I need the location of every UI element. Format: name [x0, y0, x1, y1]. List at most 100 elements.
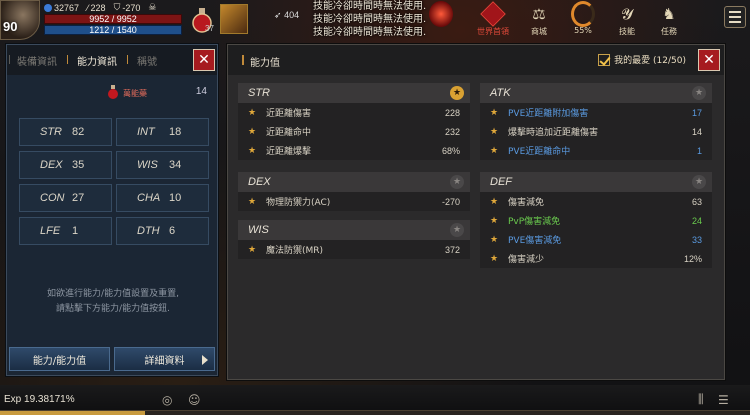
progress-ring-icon	[571, 1, 595, 27]
sword-icon: ⁄	[87, 2, 89, 13]
favorite-star-icon[interactable]: ★	[692, 175, 706, 189]
elixir-row: 萬能藥 14	[7, 83, 217, 103]
cast-count: ➶ 404	[274, 10, 300, 20]
group-str: STR ★ ★ 近距離傷害 228 ★ 近距離命中 232 ★ 近距離爆擊 68%	[238, 83, 470, 160]
chat-icon[interactable]: ◎	[162, 393, 172, 407]
stat-row: ★ 物理防禦力(AC) -270	[248, 196, 460, 209]
close-icon: ✕	[703, 52, 715, 68]
base-stat-grid: STR 82 INT 18 DEX 35 WIS 34 CON 27 CHA 10 LFE 1…	[19, 118, 209, 245]
stat-row: ★ PVE傷害減免 33	[490, 234, 702, 247]
signal-icon: ⫼	[698, 392, 704, 406]
currency-blue: 32767	[44, 2, 79, 13]
group-title: WIS	[248, 224, 269, 236]
progress-label: 55%	[574, 26, 592, 35]
skill-icon: 𝓨	[621, 5, 633, 23]
shop-icon: ⚖	[532, 5, 546, 23]
stat-row: ★ PVE近距離附加傷害 17	[490, 107, 702, 120]
group-title: DEF	[490, 176, 512, 188]
exp-bar	[0, 410, 750, 415]
stat-row: ★ 近距離傷害 228	[248, 107, 460, 120]
character-info-panel: 裝備資訊 能力資訊 稱號 ✕ 萬能藥 14 STR 82 INT 18 DEX 35 …	[6, 44, 218, 376]
ability-hint: 如欲進行能力/能力值設置及重置, 請點擊下方能力/能力值按鈕.	[17, 287, 209, 317]
group-title: STR	[248, 87, 270, 99]
stat-int: INT 18	[116, 118, 209, 146]
elixir-value: 14	[195, 86, 207, 97]
star-icon: ★	[490, 196, 499, 207]
tab-equipment[interactable]: 裝備資訊	[7, 53, 67, 68]
event-button[interactable]	[424, 1, 458, 38]
favorite-star-icon[interactable]: ★	[450, 86, 464, 100]
gem-icon	[44, 3, 52, 12]
quest-button[interactable]: ♞ 任務	[652, 2, 686, 38]
elixir-label: 萬能藥	[123, 89, 147, 98]
progress-button[interactable]: 55%	[566, 1, 600, 38]
stat-dex: DEX 35	[19, 151, 112, 179]
star-icon: ★	[248, 107, 257, 118]
favorite-star-icon[interactable]: ★	[450, 175, 464, 189]
skill-slot-icon[interactable]	[220, 4, 248, 34]
stat-a: ⁄ 228	[87, 2, 106, 13]
details-button[interactable]: 詳細資料	[114, 347, 215, 371]
settings-icon[interactable]: ☰	[718, 393, 729, 407]
exp-label: Exp 19.38171%	[4, 394, 75, 405]
ability-button[interactable]: 能力/能力值	[9, 347, 110, 371]
favorite-star-icon[interactable]: ★	[450, 223, 464, 237]
quest-label: 任務	[661, 27, 677, 36]
stat-row: ★ 爆擊時追加近距離傷害 14	[490, 126, 702, 139]
stat-wis: WIS 34	[116, 151, 209, 179]
stat-dth: DTH 6	[116, 217, 209, 245]
world-boss-label: 世界首領	[477, 27, 509, 36]
tab-title[interactable]: 稱號	[127, 53, 167, 68]
star-icon: ★	[248, 126, 257, 137]
fire-orb-icon	[429, 1, 453, 27]
stat-row: ★ 魔法防禦(MR) 372	[248, 244, 460, 257]
skull-icon: ☠	[148, 2, 157, 12]
skill-label: 技能	[619, 27, 635, 36]
close-right-panel-button[interactable]: ✕	[698, 49, 720, 71]
favorites-label: 我的最愛 (12/50)	[614, 56, 686, 66]
panel-title: 能力值	[242, 54, 280, 69]
close-left-panel-button[interactable]: ✕	[193, 49, 215, 71]
star-icon: ★	[490, 126, 499, 137]
close-icon: ✕	[198, 52, 210, 68]
group-def: DEF ★ ★ 傷害減免 63 ★ PvP傷害減免 24 ★ PVE傷害減免 33 ★ 傷害減少…	[480, 172, 712, 268]
system-message: 技能冷卻時間時無法使用.	[313, 14, 427, 25]
system-message-log: 技能冷卻時間時無法使用. 技能冷卻時間時無法使用. 技能冷卻時間時無法使用.	[313, 0, 426, 39]
group-wis: WIS ★ ★ 魔法防禦(MR) 372	[238, 220, 470, 259]
system-message: 技能冷卻時間時無法使用.	[313, 1, 427, 12]
group-dex: DEX ★ ★ 物理防禦力(AC) -270	[238, 172, 470, 211]
favorite-star-icon[interactable]: ★	[692, 86, 706, 100]
tab-ability[interactable]: 能力資訊	[67, 53, 127, 68]
skill-button[interactable]: 𝓨 技能	[610, 2, 644, 38]
bottom-hud: Exp 19.38171% ◎ ☺ ⫼ ☰	[0, 385, 750, 415]
stat-row: ★ PvP傷害減免 24	[490, 215, 702, 228]
main-menu-button[interactable]	[724, 6, 746, 28]
stat-con: CON 27	[19, 184, 112, 212]
group-atk: ATK ★ ★ PVE近距離附加傷害 17 ★ 爆擊時追加近距離傷害 14 ★ PVE近距離…	[480, 83, 712, 160]
ability-values-header: 能力值 我的最愛 (12/50)	[228, 45, 724, 75]
star-icon: ★	[490, 253, 499, 264]
elixir-icon	[108, 85, 118, 99]
stat-row: ★ 近距離命中 232	[248, 126, 460, 139]
stat-row: ★ PVE近距離命中 1	[490, 145, 702, 158]
star-icon: ★	[490, 234, 499, 245]
wing-icon: ➶	[274, 10, 282, 20]
stat-row: ★ 近距離爆擊 68%	[248, 145, 460, 158]
hp-bar: 9952 / 9952	[44, 14, 182, 24]
character-level: 90	[3, 19, 18, 34]
stat-b: ⛉ -270	[113, 2, 141, 13]
quest-icon: ♞	[662, 5, 676, 23]
star-icon: ★	[248, 145, 257, 156]
world-boss-button[interactable]: 世界首領	[476, 1, 510, 38]
shop-button[interactable]: ⚖ 商城	[522, 2, 556, 38]
emote-icon[interactable]: ☺	[188, 393, 201, 407]
arrow-right-icon	[202, 355, 208, 365]
details-label: 詳細資料	[144, 355, 185, 367]
stat-row: ★ 傷害減免 63	[490, 196, 702, 209]
top-resource-bar: 32767 ⁄ 228 ⛉ -270 ☠	[44, 2, 156, 13]
hint-line: 如欲進行能力/能力值設置及重置,	[47, 289, 179, 299]
system-message: 技能冷卻時間時無法使用.	[313, 27, 427, 38]
favorites-toggle[interactable]: 我的最愛 (12/50)	[598, 53, 686, 66]
hint-line: 請點擊下方能力/能力值按鈕.	[56, 304, 170, 314]
exp-bar-fill	[0, 411, 146, 415]
